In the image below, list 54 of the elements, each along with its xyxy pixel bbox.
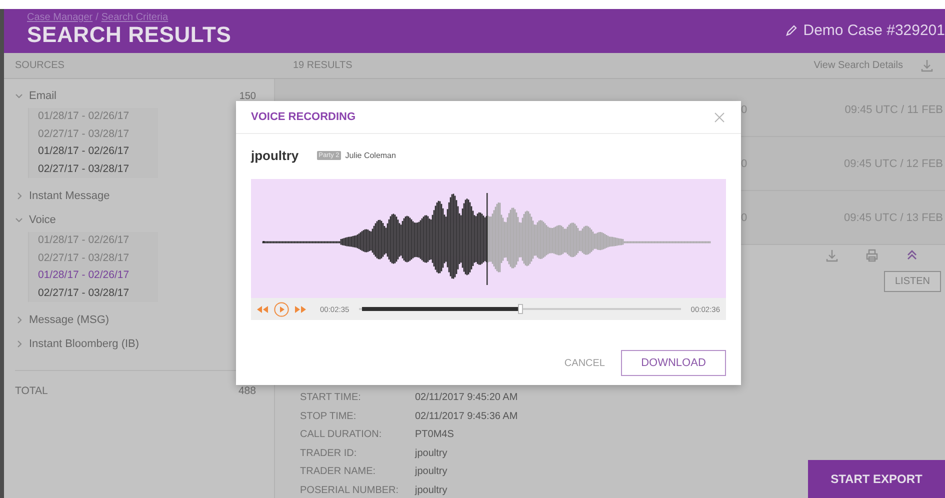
detail-label: TRADER ID:	[300, 446, 358, 460]
breadcrumb-link[interactable]: Search Criteria	[101, 12, 168, 23]
close-icon[interactable]	[714, 112, 725, 122]
download-icon[interactable]	[921, 59, 933, 72]
download-icon[interactable]	[826, 248, 838, 262]
total-label: TOTAL	[15, 385, 48, 397]
chevron-icon[interactable]	[15, 192, 23, 200]
pencil-icon	[785, 24, 798, 36]
collapse-icon[interactable]	[906, 249, 918, 261]
view-search-details-link[interactable]: View Search Details	[814, 60, 903, 71]
chevron-icon[interactable]	[15, 216, 23, 224]
source-category[interactable]: Instant Bloomberg (IB)	[29, 338, 140, 350]
chevron-icon[interactable]	[15, 340, 23, 348]
participant-name: Julie Coleman	[345, 150, 396, 160]
detail-value: jpoultry	[415, 465, 448, 479]
breadcrumb-link[interactable]: Case Manager	[27, 12, 93, 23]
breadcrumb-separator: /	[96, 12, 98, 23]
case-name[interactable]: Demo Case #329201	[803, 22, 945, 39]
detail-value: jpoultry	[415, 446, 448, 460]
chevron-icon[interactable]	[15, 316, 23, 324]
listen-button[interactable]: LISTEN	[884, 271, 941, 292]
page-title: SEARCH RESULTS	[27, 23, 232, 47]
detail-value: jpoultry	[415, 484, 448, 498]
print-icon[interactable]	[866, 248, 878, 262]
chevron-icon[interactable]	[15, 92, 23, 100]
source-category[interactable]: Email	[29, 90, 57, 102]
total-count: 488	[238, 385, 256, 397]
date-range-item[interactable]: 01/28/17 - 02/26/17	[38, 143, 158, 160]
detail-label: TRADER NAME:	[300, 465, 377, 479]
source-count: 150	[239, 90, 256, 102]
detail-value: PT0M4S	[415, 428, 455, 442]
results-count: 19 RESULTS	[292, 60, 354, 71]
progress-thumb[interactable]	[518, 304, 523, 314]
detail-label: POSERIAL NUMBER:	[300, 484, 400, 498]
date-range-item[interactable]: 01/28/17 - 02/26/17	[38, 267, 158, 284]
download-button[interactable]: DOWNLOAD	[621, 350, 726, 376]
modal-title: VOICE RECORDING	[251, 111, 356, 123]
speaker-name: jpoultry	[251, 148, 299, 162]
detail-value: 02/11/2017 9:45:20 AM	[415, 391, 518, 405]
start-export-button[interactable]: START EXPORT	[808, 460, 945, 498]
source-category[interactable]: Instant Message	[29, 190, 110, 202]
date-range-item[interactable]: 02/27/17 - 03/28/17	[38, 160, 158, 178]
date-range-item[interactable]: 02/27/17 - 03/28/17	[38, 284, 158, 302]
fast-forward-icon[interactable]	[295, 306, 306, 312]
cancel-button[interactable]: CANCEL	[564, 358, 605, 368]
source-category[interactable]: Message (MSG)	[29, 314, 110, 326]
detail-label: CALL DURATION:	[300, 428, 383, 442]
detail-label: START TIME:	[300, 391, 362, 405]
detail-label: STOP TIME:	[300, 410, 358, 424]
rewind-icon[interactable]	[257, 306, 268, 312]
sources-heading: SOURCES	[14, 60, 66, 71]
play-icon[interactable]	[274, 302, 289, 316]
source-category[interactable]: Voice	[29, 214, 56, 226]
detail-value: 02/11/2017 9:45:36 AM	[415, 410, 518, 424]
